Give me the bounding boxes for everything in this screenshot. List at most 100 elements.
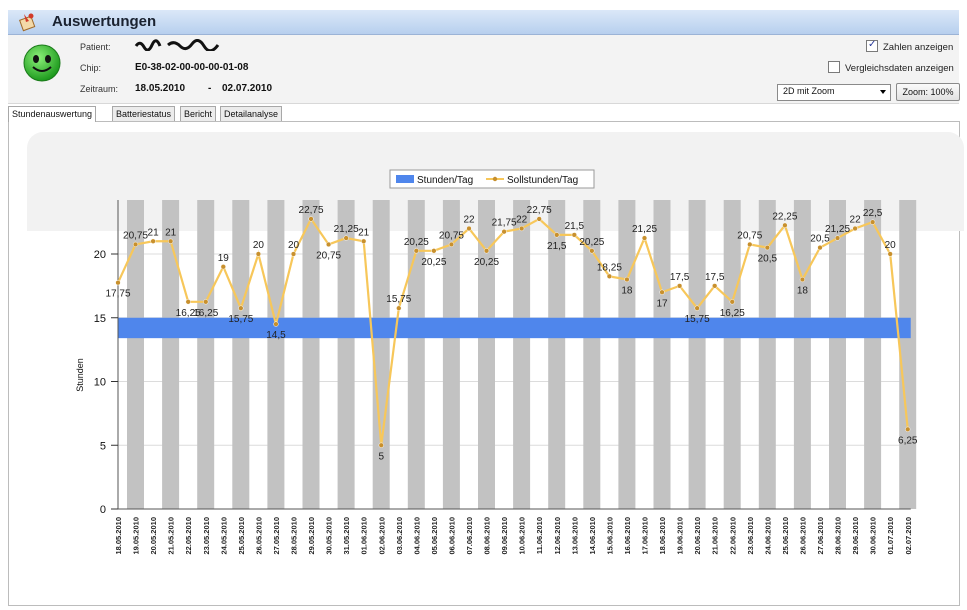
x-tick-label: 29.06.2010 — [851, 517, 860, 555]
x-tick-label: 06.06.2010 — [447, 517, 456, 555]
y-tick-label: 20 — [94, 249, 106, 261]
legend-swatch-marker — [492, 176, 498, 182]
x-tick-label: 18.05.2010 — [114, 517, 123, 555]
data-point — [150, 238, 156, 244]
data-label: 18,25 — [597, 262, 622, 273]
data-label: 20,25 — [404, 237, 429, 248]
x-tick-label: 22.05.2010 — [184, 517, 193, 555]
data-point — [483, 248, 490, 254]
x-tick-label: 31.05.2010 — [342, 517, 351, 555]
x-tick-label: 18.06.2010 — [658, 517, 667, 555]
data-point — [115, 280, 121, 286]
data-label: 20,75 — [439, 230, 464, 241]
data-label: 22,75 — [299, 205, 324, 216]
column-stripe — [513, 200, 531, 509]
hours-chart: 0 5 10 15 20 Stunden 18.05.2010 19.05.2010 20.05… — [75, 169, 918, 555]
x-tick-label: 02.06.2010 — [377, 517, 386, 555]
data-label: 17,5 — [670, 272, 690, 283]
data-label: 20,75 — [737, 230, 762, 241]
x-tick-label: 17.06.2010 — [641, 517, 650, 555]
data-label: 22 — [516, 215, 528, 226]
legend-swatch-band — [396, 175, 414, 183]
x-tick-label: 22.06.2010 — [728, 517, 737, 555]
column-stripe — [302, 200, 320, 509]
x-tick-label: 20.05.2010 — [149, 517, 158, 555]
x-tick-label: 01.06.2010 — [360, 517, 369, 555]
x-tick-label: 19.05.2010 — [132, 517, 141, 555]
data-label: 17,75 — [105, 289, 130, 300]
x-tick-label: 30.05.2010 — [325, 517, 334, 555]
column-stripe — [653, 200, 671, 509]
data-point — [185, 299, 191, 305]
x-tick-label: 14.06.2010 — [588, 517, 597, 555]
data-point — [624, 276, 630, 283]
column-stripe — [723, 200, 741, 509]
data-label: 20,25 — [579, 237, 604, 248]
x-tick-label: 11.06.2010 — [535, 517, 544, 554]
y-tick-label: 0 — [100, 504, 106, 516]
data-label: 19 — [218, 253, 230, 264]
data-point — [448, 241, 455, 248]
data-point — [203, 299, 209, 305]
column-stripe — [899, 200, 917, 509]
data-label: 16,25 — [720, 308, 745, 319]
data-label: 22,25 — [772, 211, 797, 222]
data-label: 21,75 — [492, 218, 517, 229]
data-label: 22 — [463, 215, 475, 226]
data-point — [361, 238, 367, 244]
data-label: 20,25 — [474, 257, 499, 268]
data-label: 22,75 — [527, 205, 552, 216]
x-tick-label: 24.05.2010 — [219, 517, 228, 555]
x-tick-label: 30.06.2010 — [869, 517, 878, 555]
data-label: 21 — [148, 227, 160, 238]
data-point — [905, 426, 911, 432]
x-tick-label: 16.06.2010 — [623, 517, 632, 555]
data-point — [220, 264, 226, 270]
data-point — [887, 251, 893, 257]
data-label: 15,75 — [685, 314, 710, 325]
column-stripe — [267, 200, 285, 509]
data-point — [466, 225, 472, 232]
data-point — [571, 232, 577, 238]
data-label: 21,5 — [547, 241, 567, 252]
data-point — [396, 305, 402, 311]
column-stripe — [372, 200, 390, 509]
data-label: 21 — [358, 227, 370, 238]
legend-label-sollstunden: Sollstunden/Tag — [507, 175, 578, 186]
y-tick-label: 10 — [94, 377, 106, 389]
column-stripe — [232, 200, 250, 509]
data-label: 20,75 — [316, 250, 341, 261]
column-stripe — [793, 200, 811, 509]
data-label: 14,5 — [266, 330, 286, 341]
x-tick-label: 13.06.2010 — [570, 517, 579, 555]
data-label: 18 — [621, 286, 633, 297]
x-tick-label: 21.06.2010 — [711, 517, 720, 555]
data-label: 15,75 — [228, 314, 253, 325]
data-label: 22 — [850, 215, 862, 226]
data-label: 20,75 — [123, 230, 148, 241]
data-label: 17 — [656, 298, 668, 309]
x-tick-label: 24.06.2010 — [763, 517, 772, 555]
data-label: 17,5 — [705, 272, 725, 283]
column-stripe — [197, 200, 215, 509]
data-point — [168, 238, 174, 244]
data-label: 21,5 — [565, 221, 585, 232]
x-tick-label: 28.05.2010 — [290, 517, 299, 555]
data-point — [764, 244, 770, 251]
data-point — [834, 235, 841, 241]
data-label: 22,5 — [863, 208, 883, 219]
data-label: 20 — [288, 240, 300, 251]
data-point — [413, 248, 420, 254]
data-label: 5 — [378, 451, 384, 462]
data-point — [641, 235, 648, 241]
data-point — [817, 244, 823, 251]
x-tick-label: 29.05.2010 — [307, 517, 316, 555]
x-tick-label: 23.05.2010 — [202, 517, 211, 555]
tab-stundenauswertung[interactable]: Stundenauswertung — [8, 106, 97, 122]
x-tick-label: 28.06.2010 — [834, 517, 843, 555]
data-point — [325, 241, 332, 248]
x-tick-label: 27.05.2010 — [272, 517, 281, 555]
data-point — [659, 289, 665, 295]
column-stripe — [829, 200, 846, 509]
x-tick-label: 01.07.2010 — [886, 517, 895, 555]
